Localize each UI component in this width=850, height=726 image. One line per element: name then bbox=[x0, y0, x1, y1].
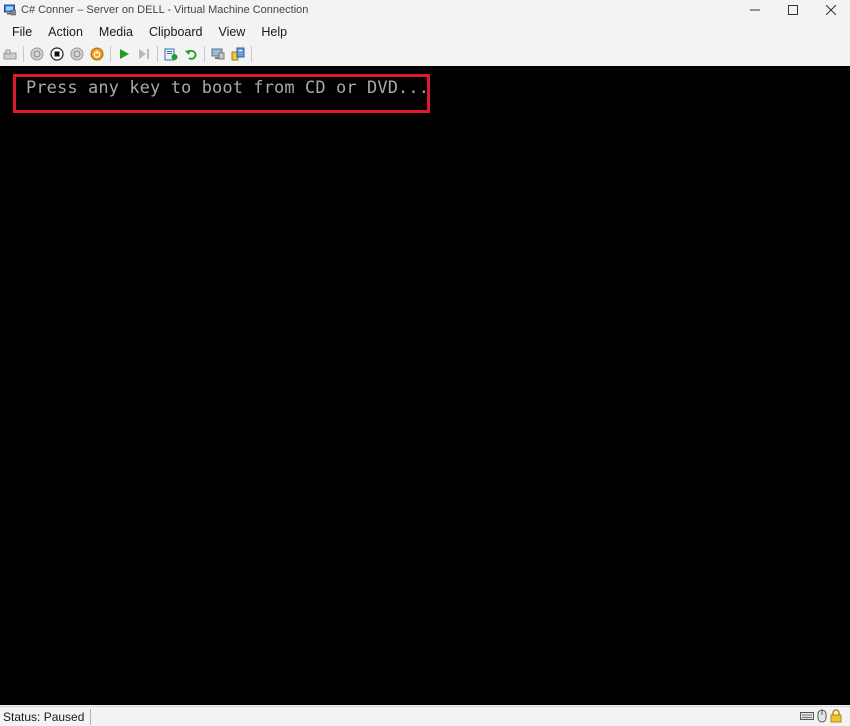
reset-icon bbox=[139, 49, 149, 59]
shutdown-button[interactable] bbox=[67, 44, 87, 64]
menu-help[interactable]: Help bbox=[261, 22, 287, 42]
start-button[interactable] bbox=[27, 44, 47, 64]
toolbar-separator bbox=[157, 46, 158, 62]
checkpoint-icon bbox=[164, 48, 178, 61]
menu-view[interactable]: View bbox=[218, 22, 245, 42]
toolbar-separator bbox=[204, 46, 205, 62]
vm-connection-icon bbox=[4, 4, 16, 16]
turn-off-button[interactable] bbox=[47, 44, 67, 64]
boot-prompt-text: Press any key to boot from CD or DVD... bbox=[26, 78, 430, 98]
vm-console-screen[interactable]: Press any key to boot from CD or DVD... bbox=[0, 66, 850, 705]
menu-action[interactable]: Action bbox=[48, 22, 83, 42]
turn-off-icon bbox=[50, 47, 64, 61]
window-controls bbox=[736, 0, 850, 20]
minimize-button[interactable] bbox=[736, 0, 774, 20]
enhanced-session-button[interactable] bbox=[208, 44, 228, 64]
checkpoint-button[interactable] bbox=[161, 44, 181, 64]
ctrl-alt-del-icon bbox=[3, 49, 17, 60]
pause-icon bbox=[120, 49, 129, 59]
lock-icon bbox=[830, 709, 842, 723]
maximize-button[interactable] bbox=[774, 0, 812, 20]
shutdown-icon bbox=[70, 47, 84, 61]
toolbar-separator bbox=[23, 46, 24, 62]
start-icon bbox=[30, 47, 44, 61]
menu-media[interactable]: Media bbox=[99, 22, 133, 42]
toolbar-separator bbox=[110, 46, 111, 62]
save-icon bbox=[90, 47, 104, 61]
toolbar bbox=[0, 44, 850, 64]
menu-clipboard[interactable]: Clipboard bbox=[149, 22, 203, 42]
revert-button[interactable] bbox=[181, 44, 201, 64]
mouse-icon bbox=[817, 709, 827, 723]
title-bar: C# Conner – Server on DELL - Virtual Mac… bbox=[0, 0, 850, 20]
maximize-icon bbox=[788, 5, 798, 15]
menu-file[interactable]: File bbox=[12, 22, 32, 42]
status-bar: Status: Paused bbox=[0, 706, 850, 726]
close-button[interactable] bbox=[812, 0, 850, 20]
play-button[interactable] bbox=[114, 44, 134, 64]
reset-button[interactable] bbox=[134, 44, 154, 64]
status-icons bbox=[800, 709, 842, 723]
menu-bar: File Action Media Clipboard View Help bbox=[0, 22, 850, 42]
close-icon bbox=[826, 5, 836, 15]
window-title: C# Conner – Server on DELL - Virtual Mac… bbox=[21, 4, 309, 16]
minimize-icon bbox=[750, 9, 760, 11]
revert-icon bbox=[185, 50, 197, 60]
share-icon bbox=[231, 47, 245, 61]
keyboard-icon bbox=[800, 712, 814, 720]
status-text: Status: Paused bbox=[0, 708, 92, 725]
save-button[interactable] bbox=[87, 44, 107, 64]
enhanced-session-icon bbox=[211, 48, 225, 60]
ctrl-alt-del-button[interactable] bbox=[0, 44, 20, 64]
share-button[interactable] bbox=[228, 44, 248, 64]
toolbar-separator bbox=[251, 46, 252, 62]
